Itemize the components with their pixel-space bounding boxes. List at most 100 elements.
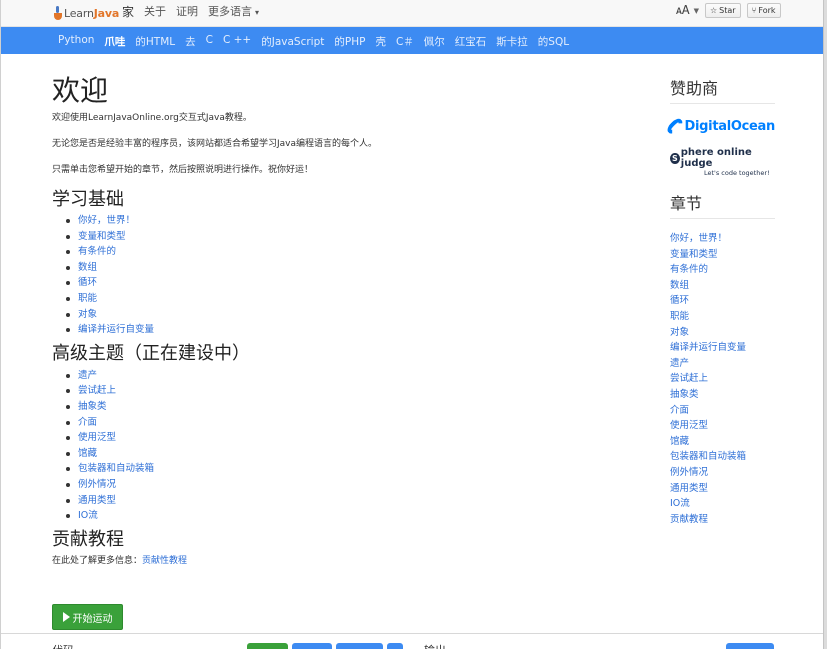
chapter-link[interactable]: 有条件的 — [670, 264, 708, 275]
tutorial-link[interactable]: 例外情况 — [78, 479, 116, 490]
list-item: IO流 — [65, 508, 612, 524]
sphere-online-judge-sponsor-link[interactable]: Sphere online judge Let's code together! — [670, 147, 775, 177]
tutorial-link[interactable]: 你好，世界！ — [78, 215, 135, 226]
tutorial-link[interactable]: 变量和类型 — [78, 231, 126, 242]
chapter-link[interactable]: 你好，世界！ — [670, 233, 727, 244]
nav-home[interactable]: 家 — [122, 3, 134, 20]
run-button[interactable] — [247, 643, 288, 649]
github-fork-button[interactable]: ⑂ Fork — [746, 3, 781, 18]
editor-strip: 代码 输出 — [1, 633, 823, 649]
lang-link[interactable]: 爪哇 — [104, 34, 125, 49]
list-item: 包装器和自动装箱 — [65, 461, 612, 477]
chapter-link[interactable]: 抽象类 — [670, 389, 699, 400]
list-item: 包装器和自动装箱 — [670, 449, 775, 465]
chapter-link[interactable]: 例外情况 — [670, 467, 708, 478]
fork-icon: ⑂ — [751, 6, 757, 15]
tutorial-link[interactable]: 遗产 — [78, 370, 97, 381]
list-item: 遗产 — [670, 356, 775, 372]
tutorial-link[interactable]: 循环 — [78, 277, 97, 288]
tutorial-link[interactable]: 使用泛型 — [78, 432, 116, 443]
lang-link[interactable]: Python — [58, 34, 94, 49]
tutorial-link[interactable]: 尝试赶上 — [78, 385, 116, 396]
expected-output-button[interactable] — [726, 643, 774, 649]
start-exercise-button[interactable]: 开始运动 — [52, 604, 123, 630]
reset-button[interactable] — [292, 643, 332, 649]
chapter-link[interactable]: 介面 — [670, 405, 689, 416]
list-item: 使用泛型 — [670, 418, 775, 434]
play-icon — [62, 612, 70, 622]
chapter-link[interactable]: 尝试赶上 — [670, 373, 708, 384]
chapter-link[interactable]: 变量和类型 — [670, 249, 718, 260]
chapter-link[interactable]: 馆藏 — [670, 436, 689, 447]
chapter-link[interactable]: IO流 — [670, 498, 690, 509]
chevron-down-icon[interactable]: ▼ — [694, 7, 699, 15]
list-item: 编译并运行自变量 — [670, 340, 775, 356]
advanced-heading: 高级主题（正在建设中） — [52, 342, 250, 364]
chapter-link[interactable]: 包装器和自动装箱 — [670, 451, 746, 462]
chapter-link[interactable]: 贡献教程 — [670, 514, 708, 525]
list-item: 抽象类 — [670, 387, 775, 403]
lang-link[interactable]: C＃ — [396, 34, 414, 49]
window-scrollbar[interactable] — [823, 0, 827, 649]
chapter-link[interactable]: 使用泛型 — [670, 420, 708, 431]
lang-link[interactable]: 红宝石 — [455, 34, 487, 49]
nav-certificates[interactable]: 证明 — [176, 3, 198, 20]
tutorial-link[interactable]: 通用类型 — [78, 495, 116, 506]
list-item: 贡献教程 — [670, 512, 775, 528]
logo-java-text: Java — [93, 6, 120, 20]
star-icon: ☆ — [709, 6, 718, 15]
intro-paragraph-3: 只需单击您希望开始的章节，然后按照说明进行操作。祝你好运！ — [52, 165, 314, 175]
tutorial-link[interactable]: 包装器和自动装箱 — [78, 463, 154, 474]
tutorial-link[interactable]: 抽象类 — [78, 401, 107, 412]
contribute-link[interactable]: 贡献性教程 — [142, 556, 187, 566]
lang-link[interactable]: 的SQL — [538, 34, 569, 49]
lang-link[interactable]: 去 — [185, 34, 196, 49]
tutorial-link[interactable]: 数组 — [78, 262, 97, 273]
list-item: 循环 — [670, 293, 775, 309]
tutorial-link[interactable]: 介面 — [78, 417, 97, 428]
lang-link[interactable]: 的JavaScript — [261, 34, 324, 49]
lang-link[interactable]: C — [206, 34, 213, 49]
site-logo[interactable]: Learn Java — [53, 3, 119, 23]
nav-about[interactable]: 关于 — [144, 3, 166, 20]
tutorial-link[interactable]: 对象 — [78, 309, 97, 320]
sphere-logo-icon: S — [670, 152, 680, 164]
list-item: 通用类型 — [670, 481, 775, 497]
list-item: 对象 — [670, 325, 775, 341]
chapter-link[interactable]: 职能 — [670, 311, 689, 322]
lang-link[interactable]: 的PHP — [334, 34, 365, 49]
logo-learn-text: Learn — [64, 6, 94, 20]
tutorial-link[interactable]: 有条件的 — [78, 246, 116, 257]
lang-link[interactable]: 的HTML — [135, 34, 175, 49]
options-button[interactable] — [387, 643, 403, 649]
tutorial-link[interactable]: 职能 — [78, 293, 97, 304]
chapter-link[interactable]: 通用类型 — [670, 483, 708, 494]
contribute-paragraph: 在此处了解更多信息：贡献性教程 — [52, 555, 612, 567]
intro-paragraph-1: 欢迎使用LearnJavaOnline.org交互式Java教程。 — [52, 113, 252, 123]
lang-link[interactable]: 斯卡拉 — [496, 34, 528, 49]
list-item: 介面 — [670, 403, 775, 419]
lang-link[interactable]: C ++ — [223, 34, 251, 49]
page-title: 欢迎 — [52, 74, 109, 107]
chapter-link[interactable]: 对象 — [670, 327, 689, 338]
chapter-link[interactable]: 编译并运行自变量 — [670, 342, 746, 353]
chapter-link[interactable]: 循环 — [670, 295, 689, 306]
lang-link[interactable]: 佩尔 — [424, 34, 445, 49]
digitalocean-sponsor-link[interactable]: DigitalOcean — [665, 116, 775, 136]
tutorial-link[interactable]: IO流 — [78, 510, 98, 521]
fork-label: Fork — [758, 6, 776, 15]
tutorial-link[interactable]: 编译并运行自变量 — [78, 324, 154, 335]
chapter-link[interactable]: 遗产 — [670, 358, 689, 369]
intro-paragraph-2: 无论您是否是经验丰富的程序员，该网站都适合希望学习Java编程语言的每个人。 — [52, 139, 378, 149]
github-star-button[interactable]: ☆ Star — [704, 3, 741, 18]
solution-button[interactable] — [336, 643, 383, 649]
list-item: 遗产 — [65, 368, 612, 384]
chapter-link[interactable]: 数组 — [670, 280, 689, 291]
top-right-controls: 🗚 ▼ ☆ Star ⑂ Fork — [676, 3, 781, 18]
nav-more-languages[interactable]: 更多语言 ▾ — [208, 3, 259, 20]
lang-link[interactable]: 壳 — [375, 34, 386, 49]
list-item: IO流 — [670, 496, 775, 512]
tutorial-link[interactable]: 馆藏 — [78, 448, 97, 459]
translate-icon[interactable]: 🗚 — [676, 3, 690, 18]
language-links: Python 爪哇 的HTML 去 C C ++ 的JavaScript 的PHP 壳 C＃ 佩尔红… — [58, 34, 569, 49]
